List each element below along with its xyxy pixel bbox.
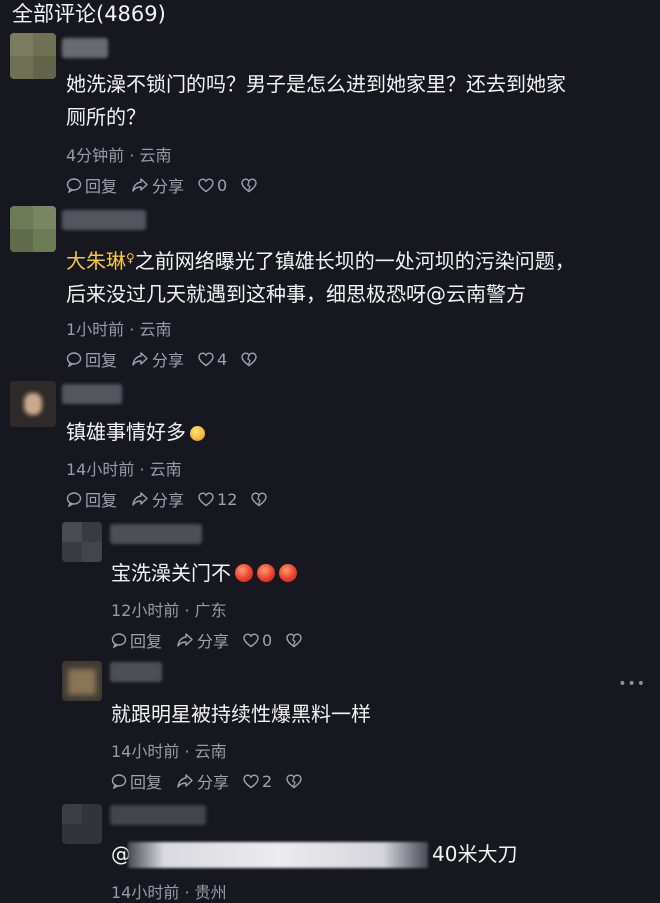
share-arrow-icon: [132, 492, 148, 506]
username-redacted[interactable]: [110, 662, 162, 682]
comment-actions: 回复 分享 2: [111, 769, 319, 793]
broken-heart-icon: [241, 177, 257, 192]
share-button[interactable]: 分享: [131, 487, 184, 511]
comment-text: 大朱琳♀之前网络曝光了镇雄长坝的一处河坝的污染问题， 后来没过几天就遇到这种事，…: [66, 249, 575, 306]
comment-bubble-icon: [111, 774, 127, 789]
dislike-button[interactable]: [286, 632, 305, 648]
like-count: 12: [217, 489, 238, 509]
like-button[interactable]: 0: [198, 176, 227, 195]
gender-badge: ♀: [126, 251, 135, 265]
avatar[interactable]: [10, 206, 56, 252]
share-arrow-icon: [177, 774, 193, 788]
comment-meta: 14小时前 · 云南: [111, 742, 227, 761]
dislike-button[interactable]: [286, 773, 305, 789]
laughing-emoji-icon: [190, 426, 205, 441]
username-redacted[interactable]: [62, 384, 122, 404]
reply-button[interactable]: 回复: [66, 173, 117, 197]
angry-emoji-icon: [257, 564, 275, 582]
reply-button[interactable]: 回复: [111, 769, 162, 793]
like-button[interactable]: 12: [198, 490, 237, 509]
like-count: 2: [262, 771, 273, 791]
comment-actions: 回复 分享 0: [111, 628, 319, 652]
avatar[interactable]: [10, 33, 56, 79]
avatar[interactable]: [62, 661, 102, 701]
share-arrow-icon: [132, 178, 148, 192]
heart-icon: [198, 177, 214, 192]
reply-button[interactable]: 回复: [66, 487, 117, 511]
comment-text-tail: 40米大刀: [432, 842, 518, 866]
comment-bubble-icon: [66, 178, 82, 193]
share-button[interactable]: 分享: [131, 347, 184, 371]
comment-meta: 14小时前 · 贵州: [111, 883, 227, 902]
heart-icon: [243, 773, 259, 788]
like-button[interactable]: 0: [243, 631, 272, 650]
like-count: 0: [262, 630, 273, 650]
comment-actions: 回复 分享 12: [66, 487, 284, 511]
angry-emoji-icon: [235, 564, 253, 582]
heart-icon: [243, 632, 259, 647]
redacted-mention: [128, 842, 428, 868]
comment-actions: 回复 分享 0: [66, 173, 274, 197]
broken-heart-icon: [241, 351, 257, 366]
reply-button[interactable]: 回复: [111, 628, 162, 652]
comment-text: 就跟明星被持续性爆黑料一样: [111, 702, 371, 726]
like-count: 0: [217, 175, 228, 195]
like-count: 4: [217, 349, 228, 369]
share-button[interactable]: 分享: [176, 769, 229, 793]
comment-text: 镇雄事情好多: [66, 416, 205, 449]
comment-actions: 回复 分享 4: [66, 347, 274, 371]
share-button[interactable]: 分享: [176, 628, 229, 652]
comment-text: 她洗澡不锁门的吗？男子是怎么进到她家里？还去到她家 厕所的？: [66, 72, 566, 129]
broken-heart-icon: [251, 491, 268, 506]
comment-bubble-icon: [66, 492, 82, 507]
dislike-button[interactable]: [241, 177, 260, 193]
broken-heart-icon: [286, 632, 302, 647]
heart-icon: [198, 491, 214, 506]
dislike-button[interactable]: [251, 491, 270, 507]
avatar[interactable]: [10, 381, 56, 427]
angry-emoji-icon: [279, 564, 297, 582]
like-button[interactable]: 4: [198, 350, 227, 369]
avatar[interactable]: [62, 522, 102, 562]
like-button[interactable]: 2: [243, 772, 272, 791]
comment-meta: 1小时前 · 云南: [66, 320, 172, 339]
avatar[interactable]: [62, 804, 102, 844]
heart-icon: [198, 351, 214, 366]
comment-bubble-icon: [111, 633, 127, 648]
username-redacted[interactable]: [110, 524, 202, 544]
reply-button[interactable]: 回复: [66, 347, 117, 371]
share-arrow-icon: [132, 352, 148, 366]
comment-meta: 12小时前 · 广东: [111, 601, 227, 620]
share-arrow-icon: [177, 633, 193, 647]
username-redacted[interactable]: [110, 805, 206, 825]
comment-meta: 14小时前 · 云南: [66, 460, 182, 479]
share-button[interactable]: 分享: [131, 173, 184, 197]
comment-meta: 4分钟前 · 云南: [66, 146, 172, 165]
broken-heart-icon: [286, 773, 302, 788]
comment-bubble-icon: [66, 352, 82, 367]
author-name[interactable]: 大朱琳: [66, 249, 126, 273]
comment-text: 宝洗澡关门不: [111, 557, 297, 590]
more-options-button[interactable]: •••: [618, 676, 646, 692]
dislike-button[interactable]: [241, 351, 260, 367]
username-redacted[interactable]: [62, 210, 146, 230]
username-redacted[interactable]: [62, 38, 108, 58]
comments-header: 全部评论(4869): [12, 2, 166, 26]
